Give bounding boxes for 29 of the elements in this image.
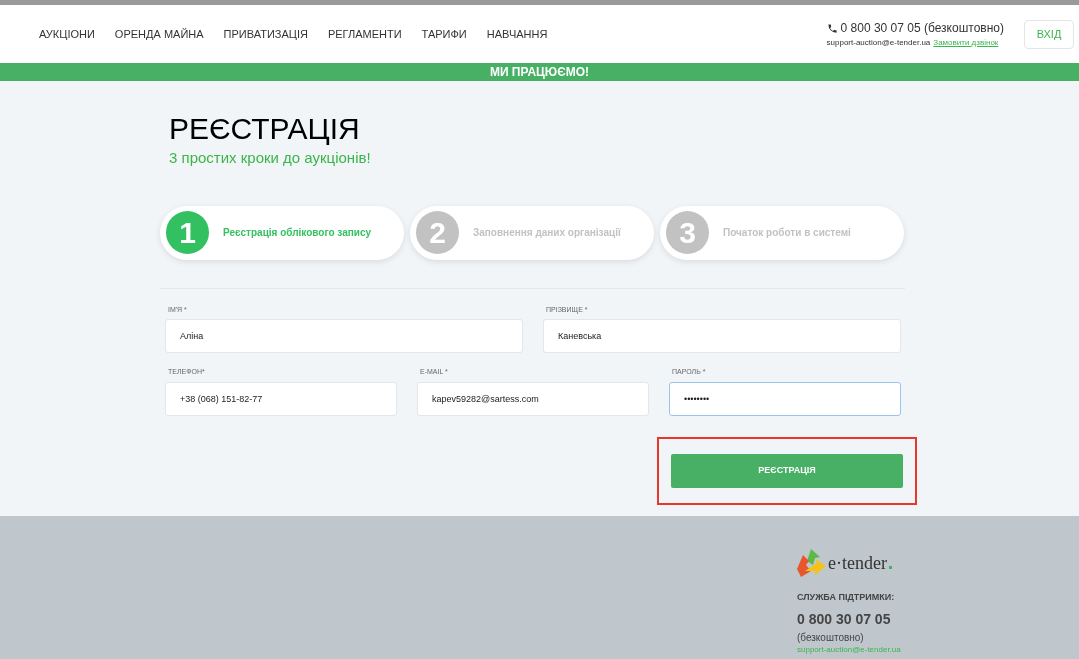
nav-link[interactable]: ПРИВАТИЗАЦІЯ [223, 25, 308, 43]
step-number: 3 [666, 211, 709, 254]
phone-icon [826, 22, 838, 34]
step-number: 1 [166, 211, 209, 254]
logo-text: e·tender [828, 551, 887, 575]
nav-link[interactable]: АУКЦІОНИ [39, 25, 95, 43]
status-banner: МИ ПРАЦЮЄМО! [0, 63, 1079, 81]
phone-number: 0 800 30 07 05 (безкоштовно) [840, 20, 1004, 37]
support-title: СЛУЖБА ПІДТРИМКИ: [797, 591, 896, 604]
support-email: support-auction@e-tender.ua [826, 37, 931, 49]
nav-link[interactable]: НАВЧАННЯ [486, 25, 548, 43]
input-field[interactable]: •••••••• [669, 381, 901, 416]
nav-link[interactable]: ТАРИФИ [421, 25, 467, 43]
nav-link[interactable]: РЕГЛАМЕНТИ [327, 25, 402, 43]
support-phone: 0 800 30 07 05 [797, 609, 892, 629]
page-subtitle: 3 простих кроки до аукціонів! [168, 148, 372, 168]
input-field[interactable]: kapev59282@sartess.com [417, 381, 649, 416]
input-field[interactable]: +38 (068) 151-82-77 [165, 381, 397, 416]
step-label: Початок роботи в системі [723, 226, 851, 240]
step-label: Реєстрація облікового запису [223, 226, 372, 240]
nav-link[interactable]: ОРЕНДА МАЙНА [114, 25, 204, 43]
step-number: 2 [416, 211, 459, 254]
input-field[interactable]: Каневська [543, 319, 901, 353]
logo-icon [797, 549, 826, 577]
step-label: Заповнення даних організації [473, 226, 621, 240]
footer-email: support-auction@e-tender.ua [797, 644, 902, 655]
phone-note: (безкоштовно) [797, 630, 865, 645]
input-field[interactable]: Аліна [165, 319, 523, 353]
page-title: РЕЄСТРАЦІЯ [168, 111, 361, 147]
